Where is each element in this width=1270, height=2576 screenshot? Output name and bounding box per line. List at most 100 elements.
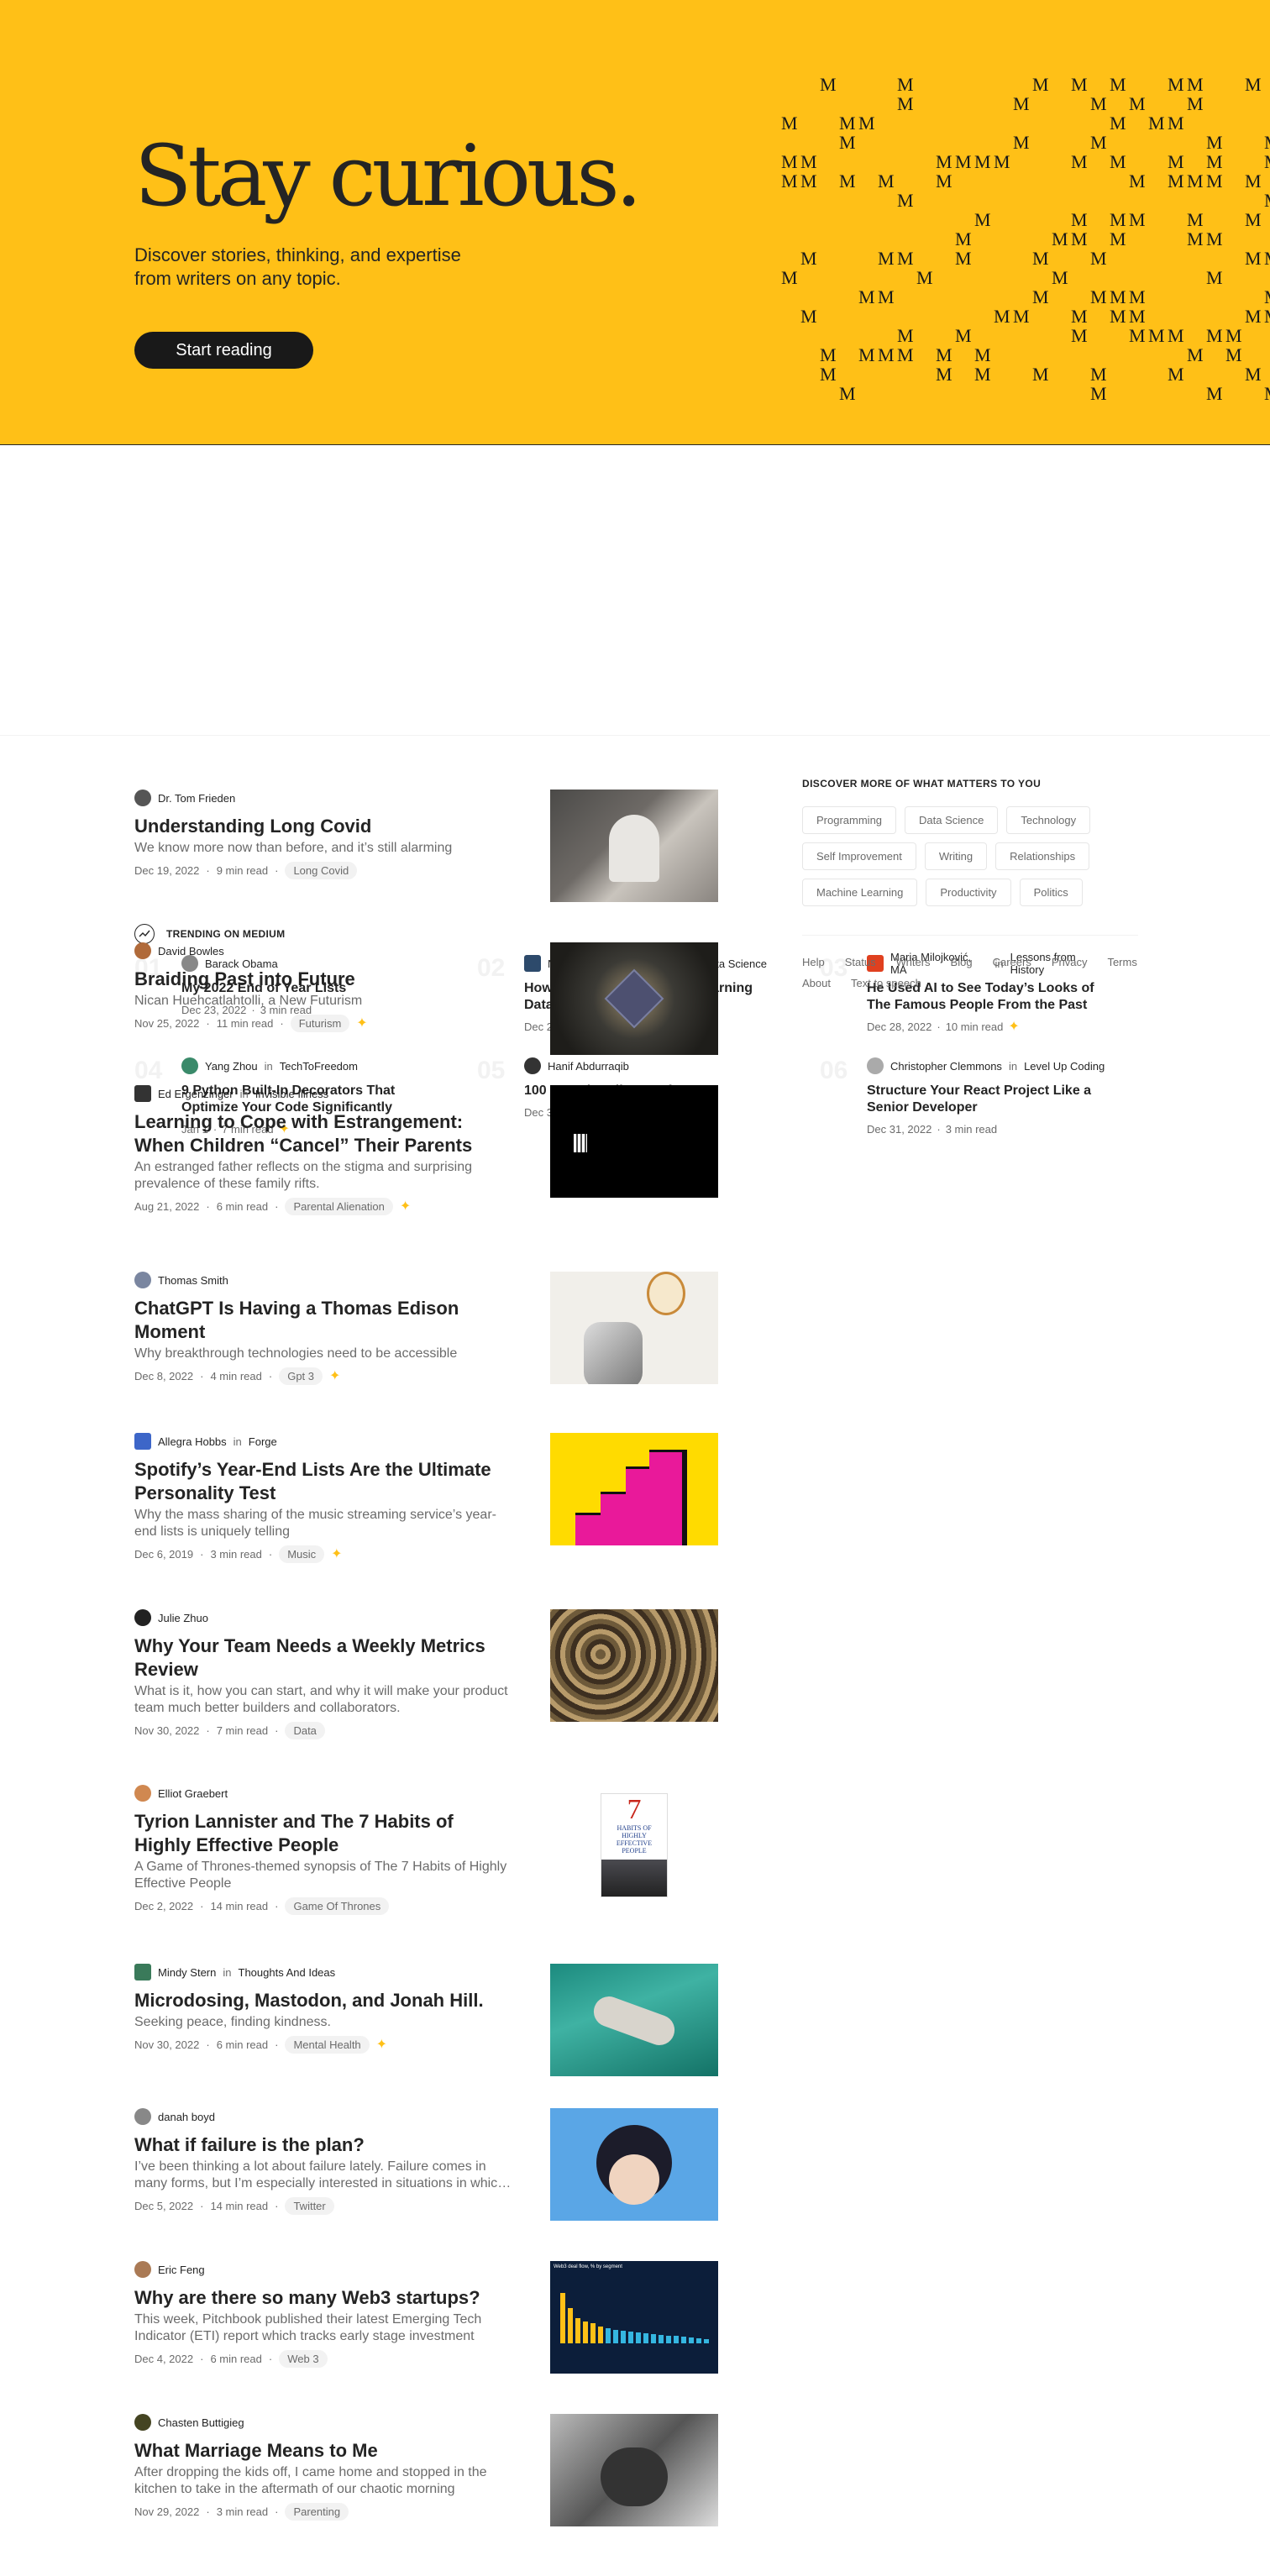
post-card[interactable]: Julie Zhuo Why Your Team Needs a Weekly M… — [134, 1609, 722, 1739]
author-avatar[interactable] — [134, 1085, 151, 1102]
footer-link[interactable]: Careers — [993, 956, 1031, 968]
post-title[interactable]: Learning to Cope with Estrangement: When… — [134, 1110, 512, 1157]
post-thumbnail[interactable] — [550, 1609, 718, 1722]
footer-link[interactable]: Blog — [951, 956, 973, 968]
topic-chip[interactable]: Productivity — [926, 879, 1011, 906]
author-name[interactable]: Christopher Clemmons — [890, 1060, 1002, 1073]
post-thumbnail[interactable] — [550, 942, 718, 1055]
topic-chip[interactable]: Programming — [802, 806, 897, 834]
post-card[interactable]: David Bowles Braiding Past into Future Nic… — [134, 942, 722, 1068]
author-avatar[interactable] — [867, 1057, 884, 1074]
post-excerpt[interactable]: I’ve been thinking a lot about failure l… — [134, 2159, 512, 2192]
author-name[interactable]: Dr. Tom Frieden — [158, 792, 235, 805]
topic-tag[interactable]: Gpt 3 — [279, 1367, 323, 1385]
author-avatar[interactable] — [134, 942, 151, 959]
post-card[interactable]: Elliot Graebert Tyrion Lannister and The … — [134, 1785, 722, 1915]
author-name[interactable]: Chasten Buttigieg — [158, 2416, 244, 2429]
author-avatar[interactable] — [134, 2414, 151, 2431]
author-name[interactable]: Thomas Smith — [158, 1274, 228, 1287]
post-excerpt[interactable]: This week, Pitchbook published their lat… — [134, 2311, 512, 2345]
author-name[interactable]: Allegra Hobbs — [158, 1435, 227, 1448]
post-card[interactable]: Eric Feng Why are there so many Web3 star… — [134, 2261, 722, 2387]
topic-tag[interactable]: Music — [279, 1545, 325, 1563]
topic-chip[interactable]: Self Improvement — [802, 842, 916, 870]
topic-tag[interactable]: Game Of Thrones — [285, 1897, 390, 1915]
post-thumbnail[interactable] — [550, 1433, 718, 1545]
topic-chip[interactable]: Politics — [1019, 879, 1083, 906]
post-excerpt[interactable]: An estranged father reflects on the stig… — [134, 1159, 512, 1193]
author-avatar[interactable] — [134, 790, 151, 806]
publication-name[interactable]: Invisible Illness — [255, 1088, 328, 1100]
post-title[interactable]: Braiding Past into Future — [134, 968, 512, 991]
post-title[interactable]: Tyrion Lannister and The 7 Habits of Hig… — [134, 1810, 512, 1857]
author-name[interactable]: David Bowles — [158, 945, 224, 957]
author-avatar[interactable] — [134, 2108, 151, 2125]
post-thumbnail[interactable] — [550, 2108, 718, 2221]
author-name[interactable]: danah boyd — [158, 2111, 215, 2123]
post-card[interactable]: danah boyd What if failure is the plan? I’… — [134, 2108, 722, 2234]
topic-tag[interactable]: Parenting — [285, 2503, 349, 2521]
post-excerpt[interactable]: Seeking peace, finding kindness. — [134, 2014, 512, 2031]
footer-link[interactable]: Privacy — [1052, 956, 1088, 968]
trending-title[interactable]: Structure Your React Project Like a Seni… — [867, 1083, 1110, 1116]
author-avatar[interactable] — [134, 1433, 151, 1450]
author-avatar[interactable] — [134, 2261, 151, 2278]
post-card[interactable]: Chasten Buttigieg What Marriage Means to … — [134, 2414, 722, 2540]
post-thumbnail[interactable] — [550, 1085, 718, 1198]
post-title[interactable]: Understanding Long Covid — [134, 815, 512, 838]
post-title[interactable]: Why are there so many Web3 startups? — [134, 2286, 512, 2310]
topic-tag[interactable]: Web 3 — [279, 2350, 328, 2368]
topic-tag[interactable]: Twitter — [285, 2197, 334, 2215]
footer-link[interactable]: Writers — [896, 956, 931, 968]
topic-tag[interactable]: Parental Alienation — [285, 1198, 393, 1215]
author-name[interactable]: Eric Feng — [158, 2264, 205, 2276]
post-excerpt[interactable]: Why the mass sharing of the music stream… — [134, 1507, 512, 1540]
post-title[interactable]: Microdosing, Mastodon, and Jonah Hill. — [134, 1989, 512, 2012]
topic-tag[interactable]: Mental Health — [285, 2036, 370, 2054]
publication-name[interactable]: Forge — [249, 1435, 277, 1448]
author-name[interactable]: Julie Zhuo — [158, 1612, 208, 1624]
post-title[interactable]: What Marriage Means to Me — [134, 2439, 512, 2463]
post-excerpt[interactable]: After dropping the kids off, I came home… — [134, 2464, 512, 2498]
post-title[interactable]: Spotify’s Year-End Lists Are the Ultimat… — [134, 1458, 512, 1505]
post-title[interactable]: Why Your Team Needs a Weekly Metrics Rev… — [134, 1634, 512, 1681]
author-avatar[interactable] — [134, 1964, 151, 1981]
post-thumbnail[interactable] — [550, 1272, 718, 1384]
publication-name[interactable]: Level Up Coding — [1024, 1060, 1105, 1073]
publication-name[interactable]: Thoughts And Ideas — [239, 1966, 336, 1979]
post-excerpt[interactable]: Why breakthrough technologies need to be… — [134, 1346, 512, 1362]
author-name[interactable]: Ed Ergenzinger — [158, 1088, 234, 1100]
topic-chip[interactable]: Technology — [1006, 806, 1091, 834]
author-avatar[interactable] — [134, 1785, 151, 1802]
topic-chip[interactable]: Relationships — [995, 842, 1090, 870]
author-name[interactable]: Mindy Stern — [158, 1966, 216, 1979]
post-excerpt[interactable]: We know more now than before, and it’s s… — [134, 840, 512, 857]
post-thumbnail[interactable] — [550, 1964, 718, 2076]
post-thumbnail[interactable] — [550, 790, 718, 902]
post-excerpt[interactable]: What is it, how you can start, and why i… — [134, 1683, 512, 1717]
topic-tag[interactable]: Long Covid — [285, 862, 358, 879]
footer-link[interactable]: Text to speech — [851, 977, 921, 989]
post-title[interactable]: ChatGPT Is Having a Thomas Edison Moment — [134, 1297, 512, 1344]
footer-link[interactable]: Help — [802, 956, 825, 968]
post-excerpt[interactable]: Nican Huehcatlahtolli, a New Futurism — [134, 993, 512, 1010]
post-card[interactable]: Mindy Stern in Thoughts And Ideas Microdosi… — [134, 1964, 722, 2090]
footer-link[interactable]: Terms — [1107, 956, 1136, 968]
topic-tag[interactable]: Data — [285, 1722, 325, 1739]
post-card[interactable]: Allegra Hobbs in Forge Spotify’s Year-End L… — [134, 1433, 722, 1563]
footer-link[interactable]: Status — [845, 956, 876, 968]
author-name[interactable]: Elliot Graebert — [158, 1787, 228, 1800]
post-card[interactable]: Dr. Tom Frieden Understanding Long Covid W… — [134, 790, 722, 916]
post-card[interactable]: Thomas Smith ChatGPT Is Having a Thomas E… — [134, 1272, 722, 1398]
topic-chip[interactable]: Writing — [924, 842, 988, 870]
post-excerpt[interactable]: A Game of Thrones-themed synopsis of The… — [134, 1859, 512, 1892]
topic-tag[interactable]: Futurism — [290, 1015, 350, 1032]
start-reading-button[interactable]: Start reading — [134, 332, 313, 369]
topic-chip[interactable]: Data Science — [905, 806, 999, 834]
footer-link[interactable]: About — [802, 977, 831, 989]
post-thumbnail[interactable]: Web3 deal flow, % by segment — [550, 2261, 718, 2374]
author-avatar[interactable] — [134, 1609, 151, 1626]
post-title[interactable]: What if failure is the plan? — [134, 2133, 512, 2157]
post-thumbnail[interactable]: 7 HABITS OF HIGHLY EFFECTIVE PEOPLE — [550, 1785, 718, 1897]
post-thumbnail[interactable] — [550, 2414, 718, 2526]
